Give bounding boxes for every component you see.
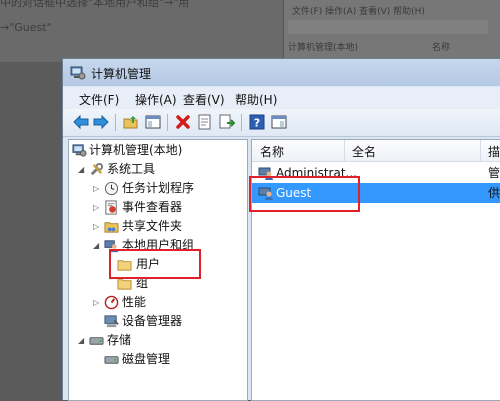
- menu-help[interactable]: 帮助(H): [235, 91, 277, 108]
- tree-item-label: 计算机管理(本地): [89, 143, 183, 157]
- collapsed-arrow-icon[interactable]: ▷: [93, 179, 101, 198]
- tree-item-label: 磁盘管理: [122, 352, 171, 366]
- performance-icon: [104, 295, 119, 310]
- list-header: 名称 全名 描: [252, 140, 500, 162]
- title-bar[interactable]: 计算机管理: [63, 59, 500, 86]
- tree-item-label: 存储: [107, 333, 132, 347]
- device-manager-icon: [104, 314, 119, 329]
- article-text-line-2: →"Guest": [0, 21, 52, 34]
- column-divider[interactable]: [344, 140, 345, 161]
- user-description: 管: [488, 166, 500, 180]
- export-list-icon[interactable]: [219, 114, 236, 130]
- collapsed-arrow-icon[interactable]: ▷: [93, 217, 101, 236]
- collapsed-arrow-icon[interactable]: ▷: [93, 198, 101, 217]
- tree-item-label: 设备管理器: [122, 314, 183, 328]
- toolbar-separator: [241, 114, 242, 131]
- up-folder-icon[interactable]: [123, 114, 139, 130]
- menu-action[interactable]: 操作(A): [135, 91, 177, 108]
- menu-bar: 文件(F) 操作(A) 查看(V) 帮助(H): [63, 87, 500, 109]
- column-header-name[interactable]: 名称: [260, 143, 284, 160]
- column-header-description[interactable]: 描: [488, 143, 500, 160]
- column-divider[interactable]: [480, 140, 481, 161]
- highlight-box-guest: [249, 176, 360, 212]
- svg-text:?: ?: [254, 117, 260, 130]
- column-header-full-name[interactable]: 全名: [352, 143, 376, 160]
- collapsed-arrow-icon[interactable]: ▷: [93, 293, 101, 312]
- help-icon[interactable]: ?: [249, 114, 265, 130]
- delete-icon[interactable]: [175, 114, 191, 130]
- tree-item-label: 性能: [122, 295, 147, 309]
- tree-item-label: 任务计划程序: [122, 181, 195, 195]
- disk-management-icon: [104, 352, 119, 367]
- expanded-arrow-icon[interactable]: ◢: [78, 331, 86, 350]
- background-menu: 文件(F) 操作(A) 查看(V) 帮助(H): [292, 7, 425, 17]
- expanded-arrow-icon[interactable]: ◢: [93, 236, 101, 255]
- menu-view[interactable]: 查看(V): [183, 91, 225, 108]
- properties-icon[interactable]: [197, 114, 213, 130]
- show-hide-tree-icon[interactable]: [145, 114, 161, 130]
- show-hide-action-pane-icon[interactable]: [271, 114, 287, 130]
- user-description: 供: [488, 186, 500, 200]
- window-title: 计算机管理: [91, 67, 152, 81]
- background-window: 文件(F) 操作(A) 查看(V) 帮助(H) 计算机管理(本地) 名称: [283, 0, 500, 62]
- forward-arrow-icon[interactable]: [93, 114, 109, 130]
- computer-management-icon: [72, 143, 87, 158]
- article-text-line-1: 中的对话框中选择"本地用户和组"→"用: [0, 0, 190, 9]
- tree-item-label: 事件查看器: [122, 200, 183, 214]
- storage-icon: [89, 333, 104, 348]
- background-tree-item: 计算机管理(本地): [288, 43, 359, 53]
- back-arrow-icon[interactable]: [73, 114, 89, 130]
- shared-folder-icon: [104, 219, 119, 234]
- background-article: 中的对话框中选择"本地用户和组"→"用 →"Guest" 文件(F) 操作(A)…: [0, 0, 500, 62]
- menu-file[interactable]: 文件(F): [79, 91, 119, 108]
- toolbar: ?: [63, 109, 500, 137]
- tree-item-label: 系统工具: [107, 162, 156, 176]
- background-toolbar: [288, 20, 488, 34]
- toolbar-separator: [115, 114, 116, 131]
- computer-management-window: 计算机管理 文件(F) 操作(A) 查看(V) 帮助(H) ? 计算机管理(本地…: [62, 58, 500, 401]
- highlight-box-users: [109, 249, 201, 279]
- expanded-arrow-icon[interactable]: ◢: [78, 160, 86, 179]
- tree-item-label: 共享文件夹: [122, 219, 183, 233]
- background-list-header: 名称: [432, 43, 451, 53]
- clock-icon: [104, 181, 119, 196]
- event-viewer-icon: [104, 200, 119, 215]
- toolbar-separator: [167, 114, 168, 131]
- computer-management-icon: [70, 65, 86, 85]
- system-tools-icon: [89, 162, 104, 177]
